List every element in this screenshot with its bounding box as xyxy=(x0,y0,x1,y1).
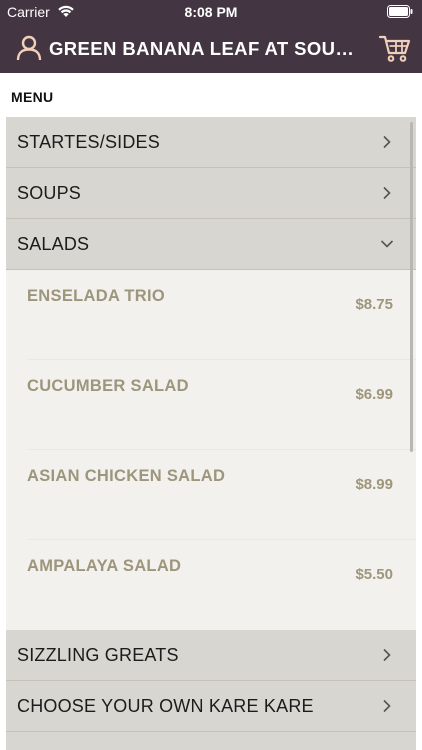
item-name: AMPALAYA SALAD xyxy=(27,557,182,575)
menu-list[interactable]: STARTES/SIDES SOUPS SALADS ENSELADA TRIO… xyxy=(6,117,416,750)
chevron-right-icon xyxy=(383,135,391,149)
category-sizzling-greats[interactable]: SIZZLING GREATS xyxy=(6,630,416,681)
category-salads[interactable]: SALADS xyxy=(6,219,416,270)
category-next[interactable] xyxy=(6,732,416,750)
chevron-right-icon xyxy=(383,648,391,662)
category-label: SOUPS xyxy=(17,183,82,203)
chevron-right-icon xyxy=(383,186,391,200)
status-bar: Carrier 8:08 PM xyxy=(0,0,422,24)
menu-item-ampalaya-salad[interactable]: AMPALAYA SALAD $5.50 xyxy=(6,540,416,630)
menu-heading: MENU xyxy=(11,89,54,105)
item-price: $6.99 xyxy=(355,386,393,403)
user-icon[interactable] xyxy=(16,35,42,61)
cart-icon[interactable] xyxy=(379,34,411,62)
nav-bar: GREEN BANANA LEAF AT SOUTH… xyxy=(0,24,422,73)
chevron-right-icon xyxy=(383,699,391,713)
menu-item-asian-chicken-salad[interactable]: ASIAN CHICKEN SALAD $8.99 xyxy=(6,450,416,540)
item-name: ENSELADA TRIO xyxy=(27,287,166,305)
item-price: $8.99 xyxy=(355,476,393,493)
battery-icon xyxy=(387,5,413,18)
category-choose-your-own-kare-kare[interactable]: CHOOSE YOUR OWN KARE KARE xyxy=(6,681,416,732)
category-startes-sides[interactable]: STARTES/SIDES xyxy=(6,117,416,168)
item-name: ASIAN CHICKEN SALAD xyxy=(27,467,226,485)
category-soups[interactable]: SOUPS xyxy=(6,168,416,219)
category-label: CHOOSE YOUR OWN KARE KARE xyxy=(17,696,314,716)
menu-item-enselada-trio[interactable]: ENSELADA TRIO $8.75 xyxy=(6,270,416,360)
salad-items: ENSELADA TRIO $8.75 CUCUMBER SALAD $6.99… xyxy=(6,270,416,630)
menu-item-cucumber-salad[interactable]: CUCUMBER SALAD $6.99 xyxy=(6,360,416,450)
category-label: SIZZLING GREATS xyxy=(17,645,179,665)
chevron-down-icon xyxy=(380,240,394,248)
category-label: SALADS xyxy=(17,234,90,254)
scrollbar[interactable] xyxy=(410,122,413,452)
clock: 8:08 PM xyxy=(184,4,238,20)
item-price: $5.50 xyxy=(355,566,393,583)
category-label: STARTES/SIDES xyxy=(17,132,160,152)
item-price: $8.75 xyxy=(355,296,393,313)
restaurant-title: GREEN BANANA LEAF AT SOUTH… xyxy=(49,38,365,59)
item-name: CUCUMBER SALAD xyxy=(27,377,189,395)
